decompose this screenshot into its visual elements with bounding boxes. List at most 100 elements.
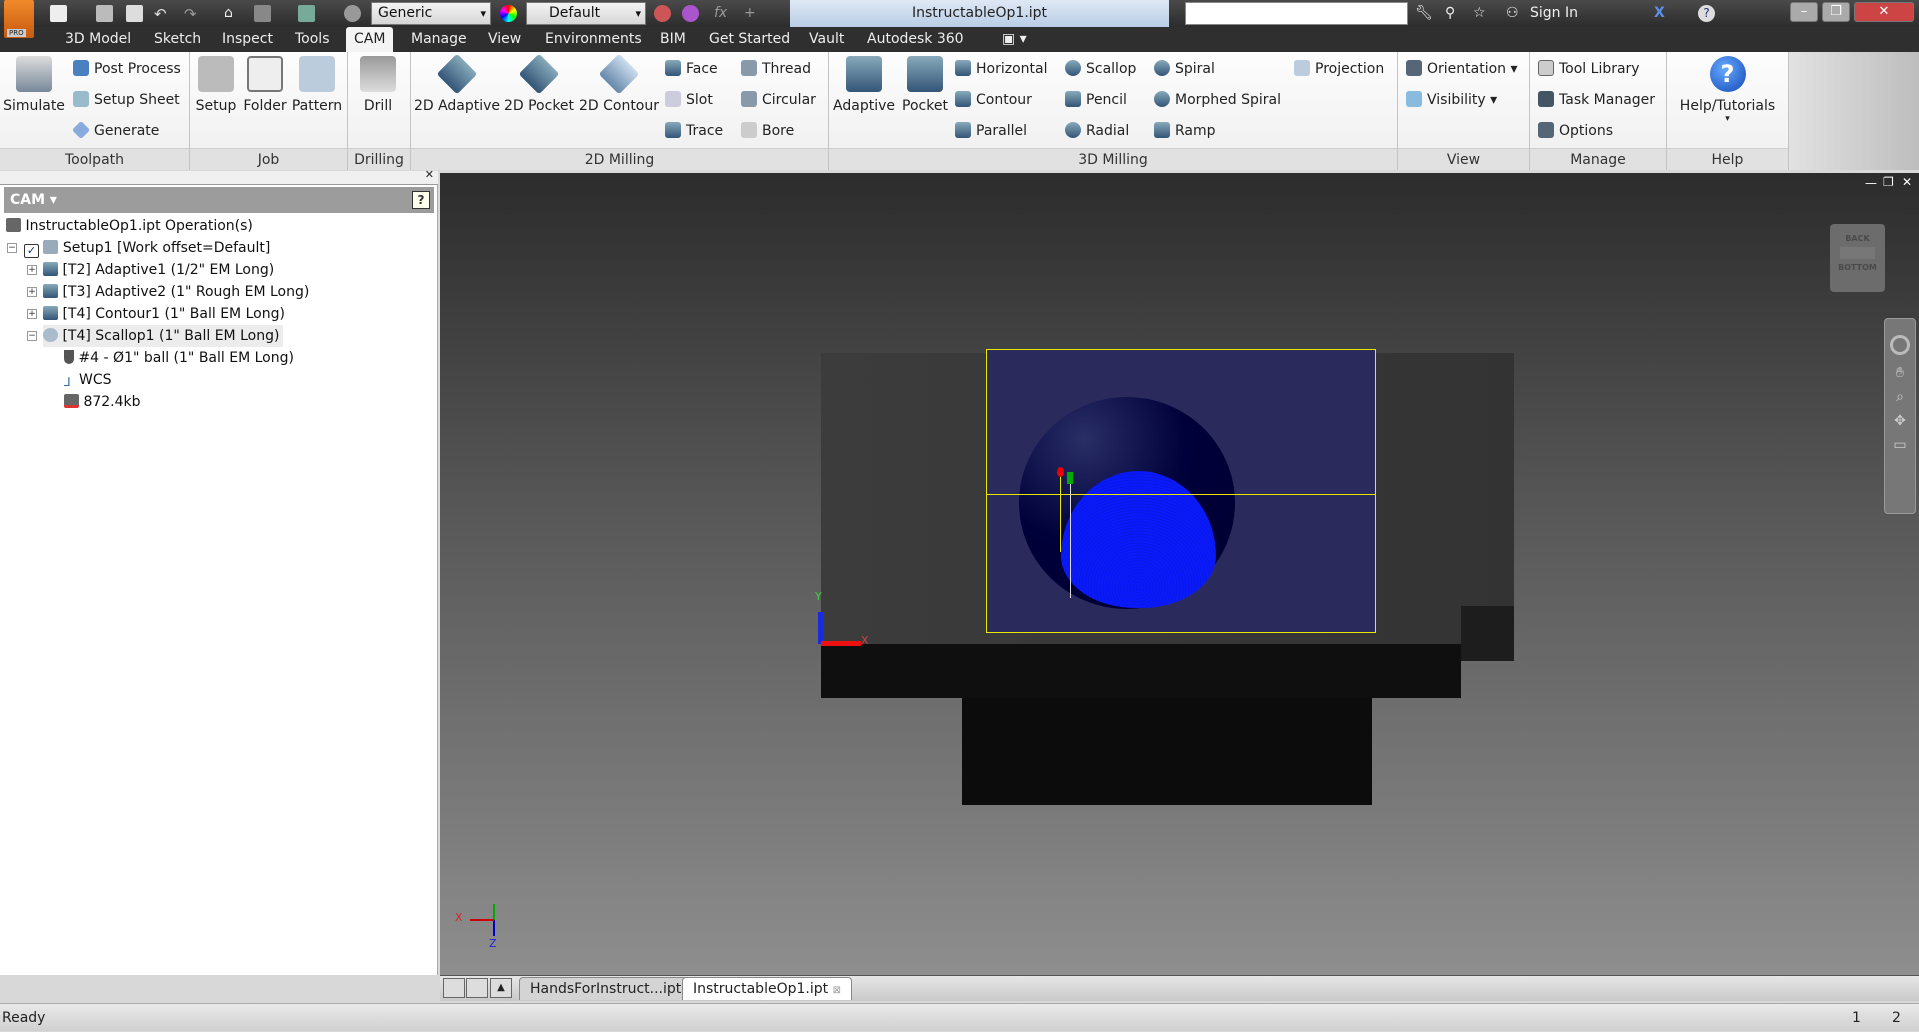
morphed-spiral-button[interactable]: Morphed Spiral: [1154, 90, 1281, 110]
orientation-dropdown[interactable]: Orientation ▾: [1406, 59, 1518, 79]
tab-3d-model[interactable]: 3D Model: [63, 27, 133, 52]
expand-toggle[interactable]: +: [27, 265, 37, 275]
tree-item-contour1[interactable]: [T4] Contour1 (1" Ball EM Long): [43, 303, 285, 325]
steering-wheel-icon[interactable]: [1890, 335, 1910, 355]
material-combo[interactable]: Generic: [371, 2, 491, 25]
tile-windows-icon[interactable]: [466, 978, 488, 998]
scallop-button[interactable]: Scallop: [1065, 59, 1136, 79]
pan-icon[interactable]: ✋︎: [1885, 361, 1915, 385]
adjust-appearance-icon[interactable]: [654, 5, 671, 22]
post-process-button[interactable]: Post Process: [73, 59, 181, 79]
help-icon[interactable]: ?: [1698, 5, 1715, 22]
tab-tools[interactable]: Tools: [293, 27, 332, 52]
doc-tab-hands[interactable]: HandsForInstruct...ipt: [519, 977, 693, 1000]
browser-header[interactable]: CAM ▾?: [4, 187, 434, 213]
viewcube[interactable]: BACK BOTTOM: [1830, 224, 1885, 292]
viewport-restore[interactable]: ❐: [1883, 175, 1894, 189]
setup-sheet-button[interactable]: Setup Sheet: [73, 90, 180, 110]
tab-inspect[interactable]: Inspect: [220, 27, 275, 52]
close-browser-icon[interactable]: ✕: [425, 168, 434, 181]
folder-button[interactable]: Folder: [242, 56, 288, 114]
search-input[interactable]: [1185, 2, 1408, 25]
2d-adaptive-button[interactable]: 2D Adaptive: [413, 53, 501, 114]
tool-library-button[interactable]: Tool Library: [1538, 59, 1640, 79]
pencil-button[interactable]: Pencil: [1065, 90, 1127, 110]
cascade-windows-icon[interactable]: [443, 978, 465, 998]
tab-view[interactable]: View: [486, 27, 523, 52]
tab-get-started[interactable]: Get Started: [707, 27, 792, 52]
tab-autodesk-360[interactable]: Autodesk 360: [865, 27, 966, 52]
drill-button[interactable]: Drill: [355, 56, 401, 114]
tree-root[interactable]: InstructableOp1.ipt Operation(s): [6, 215, 253, 237]
sign-in-button[interactable]: Sign In: [1530, 5, 1578, 21]
minimize-button[interactable]: –: [1790, 2, 1818, 22]
select-icon[interactable]: [298, 5, 315, 22]
close-tab-icon[interactable]: ⊠: [833, 985, 841, 996]
setup-button[interactable]: Setup: [194, 56, 238, 114]
tree-item-toolpath-size[interactable]: 872.4kb: [64, 391, 141, 413]
help-tutorials-button[interactable]: ? Help/Tutorials ▾: [1670, 56, 1785, 124]
navigation-bar[interactable]: ✋︎ ⌕ ✥ ▭: [1884, 318, 1916, 514]
tab-vault[interactable]: Vault: [807, 27, 846, 52]
view-face-icon[interactable]: ▭: [1885, 433, 1915, 457]
undo-icon[interactable]: ↶: [154, 5, 171, 23]
parameters-icon[interactable]: fx: [714, 5, 727, 21]
tab-bim[interactable]: BIM: [658, 27, 688, 52]
bore-button[interactable]: Bore: [741, 121, 794, 141]
key-icon[interactable]: 🔧︎: [1415, 5, 1433, 21]
save-icon[interactable]: [126, 5, 143, 22]
viewport-close[interactable]: ✕: [1902, 175, 1912, 189]
favorites-star-icon[interactable]: ☆: [1473, 5, 1486, 21]
2d-contour-button[interactable]: 2D Contour: [578, 53, 660, 114]
material-icon[interactable]: [344, 5, 361, 22]
tab-manage[interactable]: Manage: [409, 27, 469, 52]
adaptive-button[interactable]: Adaptive: [832, 56, 896, 114]
color-wheel-icon[interactable]: [500, 5, 517, 22]
satellite-icon[interactable]: ⚲: [1445, 5, 1455, 21]
new-file-icon[interactable]: [50, 5, 67, 22]
exchange-x-icon[interactable]: X: [1654, 5, 1665, 21]
browser-help-icon[interactable]: ?: [412, 191, 430, 209]
doc-tab-instructableop1[interactable]: InstructableOp1.ipt ⊠: [682, 977, 852, 1000]
tab-environments[interactable]: Environments: [543, 27, 644, 52]
tree-item-scallop1[interactable]: [T4] Scallop1 (1" Ball EM Long): [43, 325, 284, 347]
orbit-icon[interactable]: ✥: [1885, 409, 1915, 433]
open-file-icon[interactable]: [96, 5, 113, 22]
ramp-button[interactable]: Ramp: [1154, 121, 1216, 141]
tree-item-adaptive1[interactable]: [T2] Adaptive1 (1/2" EM Long): [43, 259, 274, 281]
tab-sketch[interactable]: Sketch: [152, 27, 203, 52]
simulate-button[interactable]: Simulate: [3, 56, 65, 114]
clear-appearance-icon[interactable]: [682, 5, 699, 22]
user-icon[interactable]: ⚇: [1506, 5, 1519, 21]
open-documents-menu[interactable]: ▲: [490, 978, 512, 998]
2d-pocket-button[interactable]: 2D Pocket: [502, 53, 576, 114]
visibility-dropdown[interactable]: Visibility ▾: [1406, 90, 1497, 110]
face-button[interactable]: Face: [665, 59, 718, 79]
close-button[interactable]: ✕: [1854, 2, 1914, 22]
parallel-button[interactable]: Parallel: [955, 121, 1027, 141]
ribbon-toggle-icon[interactable]: ▣ ▾: [1000, 27, 1029, 52]
thread-button[interactable]: Thread: [741, 59, 811, 79]
options-button[interactable]: Options: [1538, 121, 1613, 141]
plus-icon[interactable]: +: [744, 5, 756, 21]
checkbox-checked[interactable]: ✓: [24, 244, 39, 258]
redo-icon[interactable]: ↷: [184, 5, 201, 23]
collapse-toggle[interactable]: −: [27, 331, 37, 341]
update-icon[interactable]: [254, 5, 271, 22]
slot-button[interactable]: Slot: [665, 90, 713, 110]
pattern-button[interactable]: Pattern: [290, 56, 344, 114]
tree-item-adaptive2[interactable]: [T3] Adaptive2 (1" Rough EM Long): [43, 281, 309, 303]
spiral-button[interactable]: Spiral: [1154, 59, 1215, 79]
appearance-combo[interactable]: Default: [526, 2, 646, 25]
radial-button[interactable]: Radial: [1065, 121, 1129, 141]
task-manager-button[interactable]: Task Manager: [1538, 90, 1655, 110]
pocket-button[interactable]: Pocket: [898, 56, 952, 114]
circular-button[interactable]: Circular: [741, 90, 816, 110]
horizontal-button[interactable]: Horizontal: [955, 59, 1047, 79]
tree-item-setup1[interactable]: ✓ Setup1 [Work offset=Default]: [24, 237, 270, 259]
tab-cam[interactable]: CAM: [346, 27, 394, 52]
zoom-icon[interactable]: ⌕: [1885, 385, 1915, 409]
viewport-minimize[interactable]: —: [1865, 176, 1877, 190]
generate-button[interactable]: Generate: [71, 120, 159, 141]
app-menu-button[interactable]: PRO: [4, 0, 34, 38]
